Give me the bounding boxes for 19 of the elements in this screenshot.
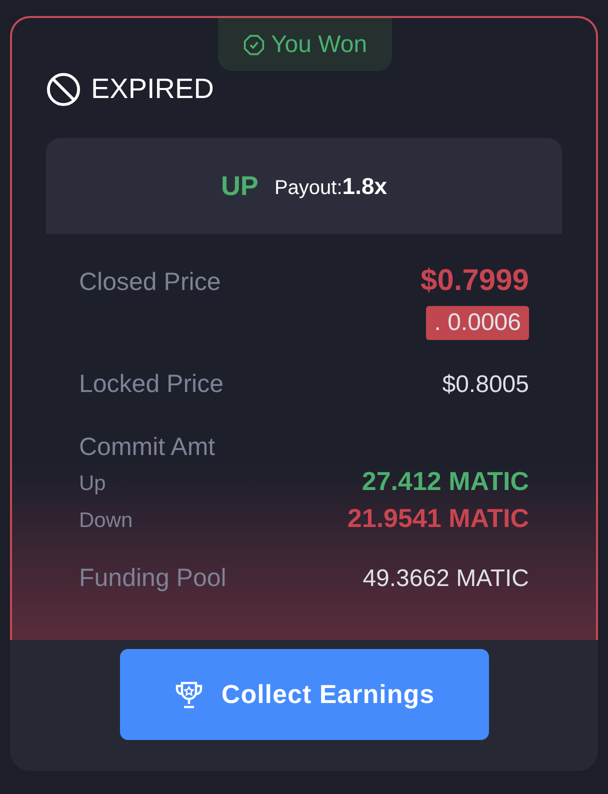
field-label: Closed Price <box>79 268 221 297</box>
payout-text: Payout:1.8x <box>274 172 388 200</box>
field-value: $0.8005 <box>442 371 529 399</box>
prohibited-icon <box>46 72 81 106</box>
field-value: $0.7999 <box>420 264 529 298</box>
check-icon <box>242 34 265 56</box>
price-change-badge: . 0.0006 <box>426 306 529 340</box>
field-label: Funding Pool <box>79 564 226 593</box>
field-label: Locked Price <box>79 370 224 399</box>
field-label: Up <box>79 472 106 496</box>
collect-earnings-button[interactable]: Collect Earnings <box>120 649 488 740</box>
direction-label: UP <box>220 170 258 202</box>
field-value: 21.9541 MATIC <box>347 503 529 534</box>
result-badge: You Won <box>218 18 392 71</box>
field-label: Commit Amt <box>79 433 216 462</box>
status-label: EXPIRED <box>91 73 214 105</box>
field-label: Down <box>79 509 133 533</box>
field-value: 27.412 MATIC <box>362 466 529 497</box>
field-value: 49.3662 MATIC <box>362 565 529 593</box>
